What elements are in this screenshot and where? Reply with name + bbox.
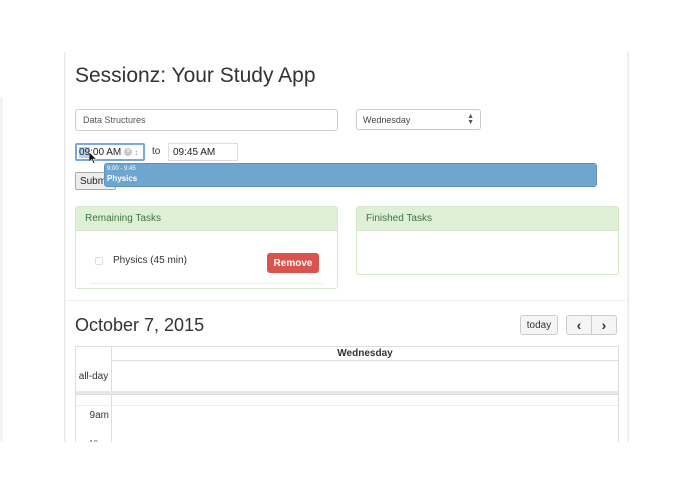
- remove-task-button[interactable]: Remove: [267, 253, 319, 273]
- window-edge: [0, 97, 3, 442]
- section-divider: [66, 300, 627, 301]
- start-time-input[interactable]: 09:00 AM × ↕: [75, 143, 145, 161]
- prev-button[interactable]: ‹: [566, 315, 592, 335]
- to-label: to: [152, 146, 161, 157]
- page-shadow-right: [627, 52, 629, 442]
- today-button[interactable]: today: [520, 315, 558, 335]
- calendar-grid: Wednesday all-day 9am 10: [75, 346, 619, 442]
- remaining-tasks-heading: Remaining Tasks: [76, 207, 337, 231]
- remaining-tasks-panel: Remaining Tasks Physics (45 min) Remove: [75, 206, 338, 289]
- finished-tasks-panel: Finished Tasks: [356, 206, 619, 275]
- clear-icon[interactable]: ×: [124, 148, 133, 156]
- page-title: Sessionz: Your Study App: [75, 64, 316, 87]
- day-select-value: Wednesday: [363, 114, 411, 125]
- task-row: Physics (45 min) Remove: [76, 231, 337, 284]
- event-title: Physics: [107, 174, 138, 183]
- day-select[interactable]: Wednesday ▲ ▼: [356, 109, 481, 130]
- finished-tasks-heading: Finished Tasks: [357, 207, 618, 231]
- task-checkbox[interactable]: [95, 257, 103, 265]
- task-label: Physics (45 min): [113, 255, 187, 266]
- time-slot-label: 10: [76, 439, 98, 442]
- chevron-right-icon: ›: [601, 317, 607, 333]
- end-time-input[interactable]: 09:45 AM: [168, 143, 238, 161]
- spinner-icon[interactable]: ↕: [134, 148, 138, 157]
- calendar-day-header: Wednesday: [112, 347, 618, 361]
- calendar-event[interactable]: 9:00 - 9:45 Physics: [104, 163, 597, 187]
- calendar-date-title: October 7, 2015: [75, 315, 205, 335]
- allday-divider: [76, 391, 618, 395]
- task-divider: [90, 283, 323, 284]
- chevron-left-icon: ‹: [576, 317, 582, 333]
- next-button[interactable]: ›: [591, 315, 617, 335]
- event-time: 9:00 - 9:45: [107, 166, 136, 172]
- study-app-container: Sessionz: Your Study App Wednesday ▲▼ 09…: [66, 52, 627, 442]
- updown-arrows-icon: ▲ ▼: [467, 112, 474, 126]
- allday-label: all-day: [78, 371, 109, 382]
- hour-line: [76, 405, 618, 406]
- time-slot-label: 9am: [89, 410, 109, 421]
- subject-input[interactable]: [75, 109, 338, 131]
- mouse-cursor-icon: [89, 152, 97, 164]
